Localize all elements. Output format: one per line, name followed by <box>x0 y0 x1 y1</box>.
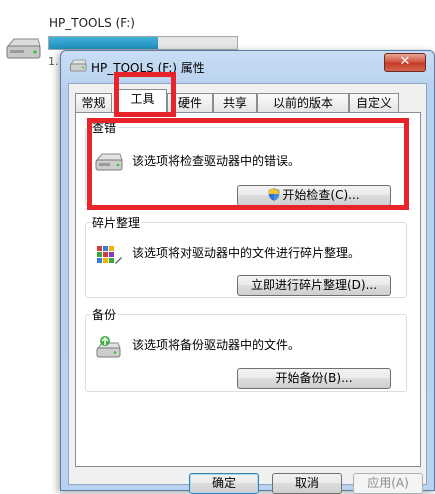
close-icon: ✕ <box>399 54 411 69</box>
defrag-now-button[interactable]: 立即进行碎片整理(D)... <box>237 275 391 296</box>
error-check-description: 该选项将检查驱动器中的错误。 <box>132 154 301 168</box>
start-backup-button[interactable]: 开始备份(B)... <box>237 368 391 389</box>
dialog-client: 常规 工具 硬件 共享 以前的版本 自定义 查错 该选项将检查驱动器中的错误。 … <box>68 83 427 494</box>
properties-dialog: HP_TOOLS (F:) 属性 ✕ 常规 工具 硬件 共享 以前的版本 自定义… <box>60 50 435 494</box>
start-check-label: 开始检查(C)... <box>282 188 360 202</box>
title-bar[interactable]: HP_TOOLS (F:) 属性 ✕ <box>61 51 434 81</box>
backup-icon <box>96 336 121 358</box>
drive-icon <box>70 59 87 72</box>
tab-customize[interactable]: 自定义 <box>349 93 399 113</box>
capacity-bar-fill <box>49 37 159 49</box>
capacity-text: 1. <box>48 55 59 68</box>
error-check-legend: 查错 <box>92 121 117 135</box>
defrag-group: 碎片整理 该选项将对驱动器中的文件进行碎片整理。 立即进行碎片整理(D)... <box>85 214 407 298</box>
drive-icon <box>6 38 41 59</box>
tab-hardware[interactable]: 硬件 <box>167 93 213 113</box>
tools-tab-panel: 查错 该选项将检查驱动器中的错误。 开始检查(C)... 碎片整理 该选项将对驱… <box>75 112 421 467</box>
defrag-icon <box>97 246 122 264</box>
tab-sharing[interactable]: 共享 <box>213 93 257 113</box>
tab-tools[interactable]: 工具 <box>118 89 167 114</box>
dialog-title: HP_TOOLS (F:) 属性 <box>91 61 205 75</box>
tab-strip: 常规 工具 硬件 共享 以前的版本 自定义 <box>75 89 421 114</box>
close-button[interactable]: ✕ <box>384 53 426 72</box>
backup-description: 该选项将备份驱动器中的文件。 <box>132 338 301 352</box>
backup-legend: 备份 <box>92 308 117 322</box>
defrag-description: 该选项将对驱动器中的文件进行碎片整理。 <box>132 246 361 260</box>
uac-shield-icon <box>269 188 280 201</box>
drive-icon <box>95 153 123 171</box>
tab-previous-versions[interactable]: 以前的版本 <box>257 93 349 113</box>
backup-group: 备份 该选项将备份驱动器中的文件。 开始备份(B)... <box>85 306 407 392</box>
tab-general[interactable]: 常规 <box>75 93 112 113</box>
error-check-group: 查错 该选项将检查驱动器中的错误。 开始检查(C)... <box>85 119 407 206</box>
defrag-legend: 碎片整理 <box>92 216 141 230</box>
drive-name[interactable]: HP_TOOLS (F:) <box>49 16 135 30</box>
start-check-button[interactable]: 开始检查(C)... <box>237 185 391 206</box>
capacity-bar <box>48 36 238 50</box>
